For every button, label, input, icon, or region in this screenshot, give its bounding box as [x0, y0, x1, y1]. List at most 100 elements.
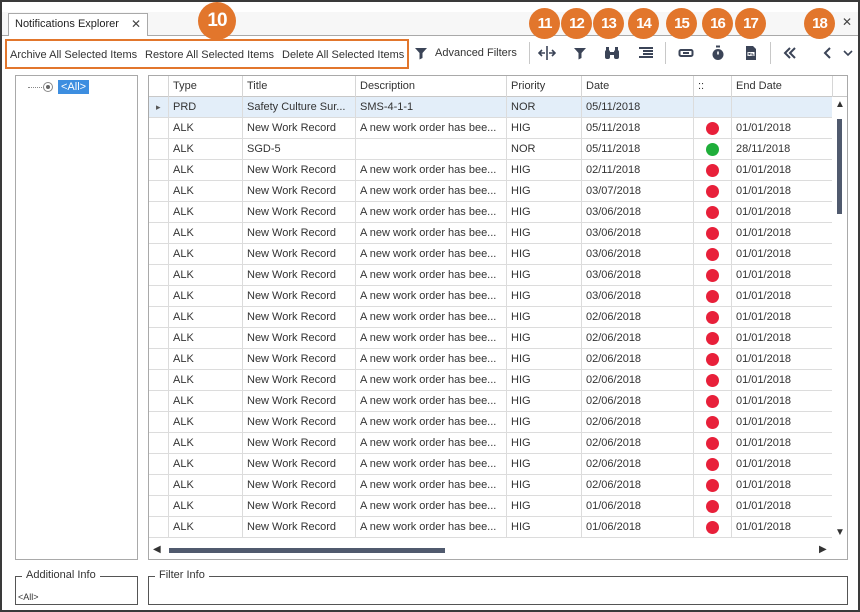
scroll-left-icon[interactable]: ◀ — [153, 544, 161, 555]
filter-button[interactable] — [568, 42, 592, 64]
status-dot-icon — [706, 374, 719, 387]
column-header-type[interactable]: Type — [169, 76, 243, 97]
cell-type: ALK — [169, 517, 243, 538]
table-row[interactable]: ▸ PRD Safety Culture Sur... SMS-4-1-1 NOR 05/… — [149, 97, 833, 118]
cell-end-date — [732, 97, 833, 118]
table-row[interactable]: ALK New Work Record A new work order has b… — [149, 160, 833, 181]
table-row[interactable]: ALK New Work Record A new work order has b… — [149, 244, 833, 265]
table-row[interactable]: ALK New Work Record A new work order has b… — [149, 391, 833, 412]
column-header-priority[interactable]: Priority — [507, 76, 582, 97]
status-dot-icon — [706, 185, 719, 198]
row-indicator — [149, 475, 169, 496]
column-header-status[interactable]: :: — [694, 76, 732, 97]
vertical-scroll-thumb[interactable] — [837, 119, 842, 214]
stopwatch-icon — [712, 45, 724, 60]
notifications-grid: Type Title Description Priority Date:: End Da… — [148, 75, 848, 560]
cell-date: 02/06/2018 — [582, 412, 694, 433]
toolbar-overflow-button[interactable] — [840, 42, 856, 64]
column-chooser-button[interactable] — [535, 42, 559, 64]
row-indicator — [149, 370, 169, 391]
status-dot-icon — [706, 332, 719, 345]
binoculars-icon — [605, 47, 619, 59]
tree-node-all[interactable]: <All> — [58, 80, 90, 94]
table-row[interactable]: ALK New Work Record A new work order has b… — [149, 307, 833, 328]
first-page-button[interactable] — [778, 42, 802, 64]
table-row[interactable]: ALK New Work Record A new work order has b… — [149, 202, 833, 223]
cell-priority: HIG — [507, 181, 582, 202]
column-header-title[interactable]: Title — [243, 76, 356, 97]
horizontal-scrollbar[interactable]: ◀ ▶ — [149, 541, 847, 559]
restore-all-button[interactable]: Restore All Selected Items — [145, 49, 274, 61]
cell-type: ALK — [169, 286, 243, 307]
cell-description: A new work order has bee... — [356, 454, 507, 475]
tab-close-icon[interactable]: ✕ — [131, 17, 141, 31]
cell-date: 02/06/2018 — [582, 307, 694, 328]
previous-page-button[interactable] — [815, 42, 839, 64]
table-row[interactable]: ALK New Work Record A new work order has b… — [149, 265, 833, 286]
export-button[interactable] — [739, 42, 763, 64]
link-button[interactable] — [674, 42, 698, 64]
status-dot-icon — [706, 416, 719, 429]
cell-type: ALK — [169, 307, 243, 328]
scroll-up-icon[interactable]: ▲ — [835, 99, 845, 110]
delete-all-button[interactable]: Delete All Selected Items — [282, 49, 404, 61]
table-row[interactable]: ALK New Work Record A new work order has b… — [149, 412, 833, 433]
horizontal-scroll-thumb[interactable] — [169, 548, 445, 553]
tree-node-radio[interactable] — [43, 82, 53, 92]
column-header-date[interactable]: Date — [582, 76, 694, 97]
cell-type: ALK — [169, 202, 243, 223]
cell-type: ALK — [169, 496, 243, 517]
find-button[interactable] — [600, 42, 624, 64]
table-row[interactable]: ALK New Work Record A new work order has b… — [149, 118, 833, 139]
table-row[interactable]: ALK New Work Record A new work order has b… — [149, 181, 833, 202]
timer-button[interactable] — [706, 42, 730, 64]
row-indicator — [149, 412, 169, 433]
table-row[interactable]: ALK New Work Record A new work order has b… — [149, 475, 833, 496]
cell-priority: HIG — [507, 328, 582, 349]
vertical-scrollbar[interactable]: ▲ ▼ — [832, 97, 847, 542]
cell-priority: HIG — [507, 307, 582, 328]
cell-status — [694, 412, 732, 433]
cell-type: ALK — [169, 475, 243, 496]
advanced-filters-button[interactable]: Advanced Filters — [414, 42, 524, 64]
row-list-button[interactable] — [634, 42, 658, 64]
cell-end-date: 01/01/2018 — [732, 454, 833, 475]
cell-date: 03/06/2018 — [582, 223, 694, 244]
toolbar-separator — [665, 42, 666, 64]
scroll-down-icon[interactable]: ▼ — [835, 527, 845, 538]
cell-status — [694, 475, 732, 496]
category-tree: <All> — [15, 75, 138, 560]
archive-all-button[interactable]: Archive All Selected Items — [10, 49, 137, 61]
cell-type: ALK — [169, 223, 243, 244]
cell-status — [694, 328, 732, 349]
table-row[interactable]: ALK New Work Record A new work order has b… — [149, 370, 833, 391]
cell-end-date: 01/01/2018 — [732, 475, 833, 496]
table-row[interactable]: ALK New Work Record A new work order has b… — [149, 286, 833, 307]
callout-badge-18: 18 — [804, 8, 835, 39]
column-header-end-date[interactable]: End Date — [732, 76, 833, 97]
cell-title: New Work Record — [243, 475, 356, 496]
cell-priority: HIG — [507, 265, 582, 286]
column-header-description[interactable]: Description — [356, 76, 507, 97]
link-icon — [678, 49, 694, 57]
tab-notifications-explorer[interactable]: Notifications Explorer ✕ — [8, 13, 148, 36]
cell-priority: HIG — [507, 286, 582, 307]
status-dot-icon — [706, 395, 719, 408]
table-row[interactable]: ALK New Work Record A new work order has b… — [149, 433, 833, 454]
row-indicator — [149, 202, 169, 223]
cell-priority: HIG — [507, 370, 582, 391]
window-close-icon[interactable]: ✕ — [842, 15, 852, 29]
table-row[interactable]: ALK New Work Record A new work order has b… — [149, 328, 833, 349]
table-row[interactable]: ALK SGD-5 NOR 05/11/2018 28/11/2018 — [149, 139, 833, 160]
cell-title: New Work Record — [243, 286, 356, 307]
cell-description: A new work order has bee... — [356, 181, 507, 202]
table-row[interactable]: ALK New Work Record A new work order has b… — [149, 454, 833, 475]
scroll-right-icon[interactable]: ▶ — [819, 544, 827, 555]
table-row[interactable]: ALK New Work Record A new work order has b… — [149, 223, 833, 244]
cell-status — [694, 370, 732, 391]
table-row[interactable]: ALK New Work Record A new work order has b… — [149, 517, 833, 538]
table-row[interactable]: ALK New Work Record A new work order has b… — [149, 496, 833, 517]
cell-date: 02/06/2018 — [582, 433, 694, 454]
table-row[interactable]: ALK New Work Record A new work order has b… — [149, 349, 833, 370]
row-indicator — [149, 118, 169, 139]
